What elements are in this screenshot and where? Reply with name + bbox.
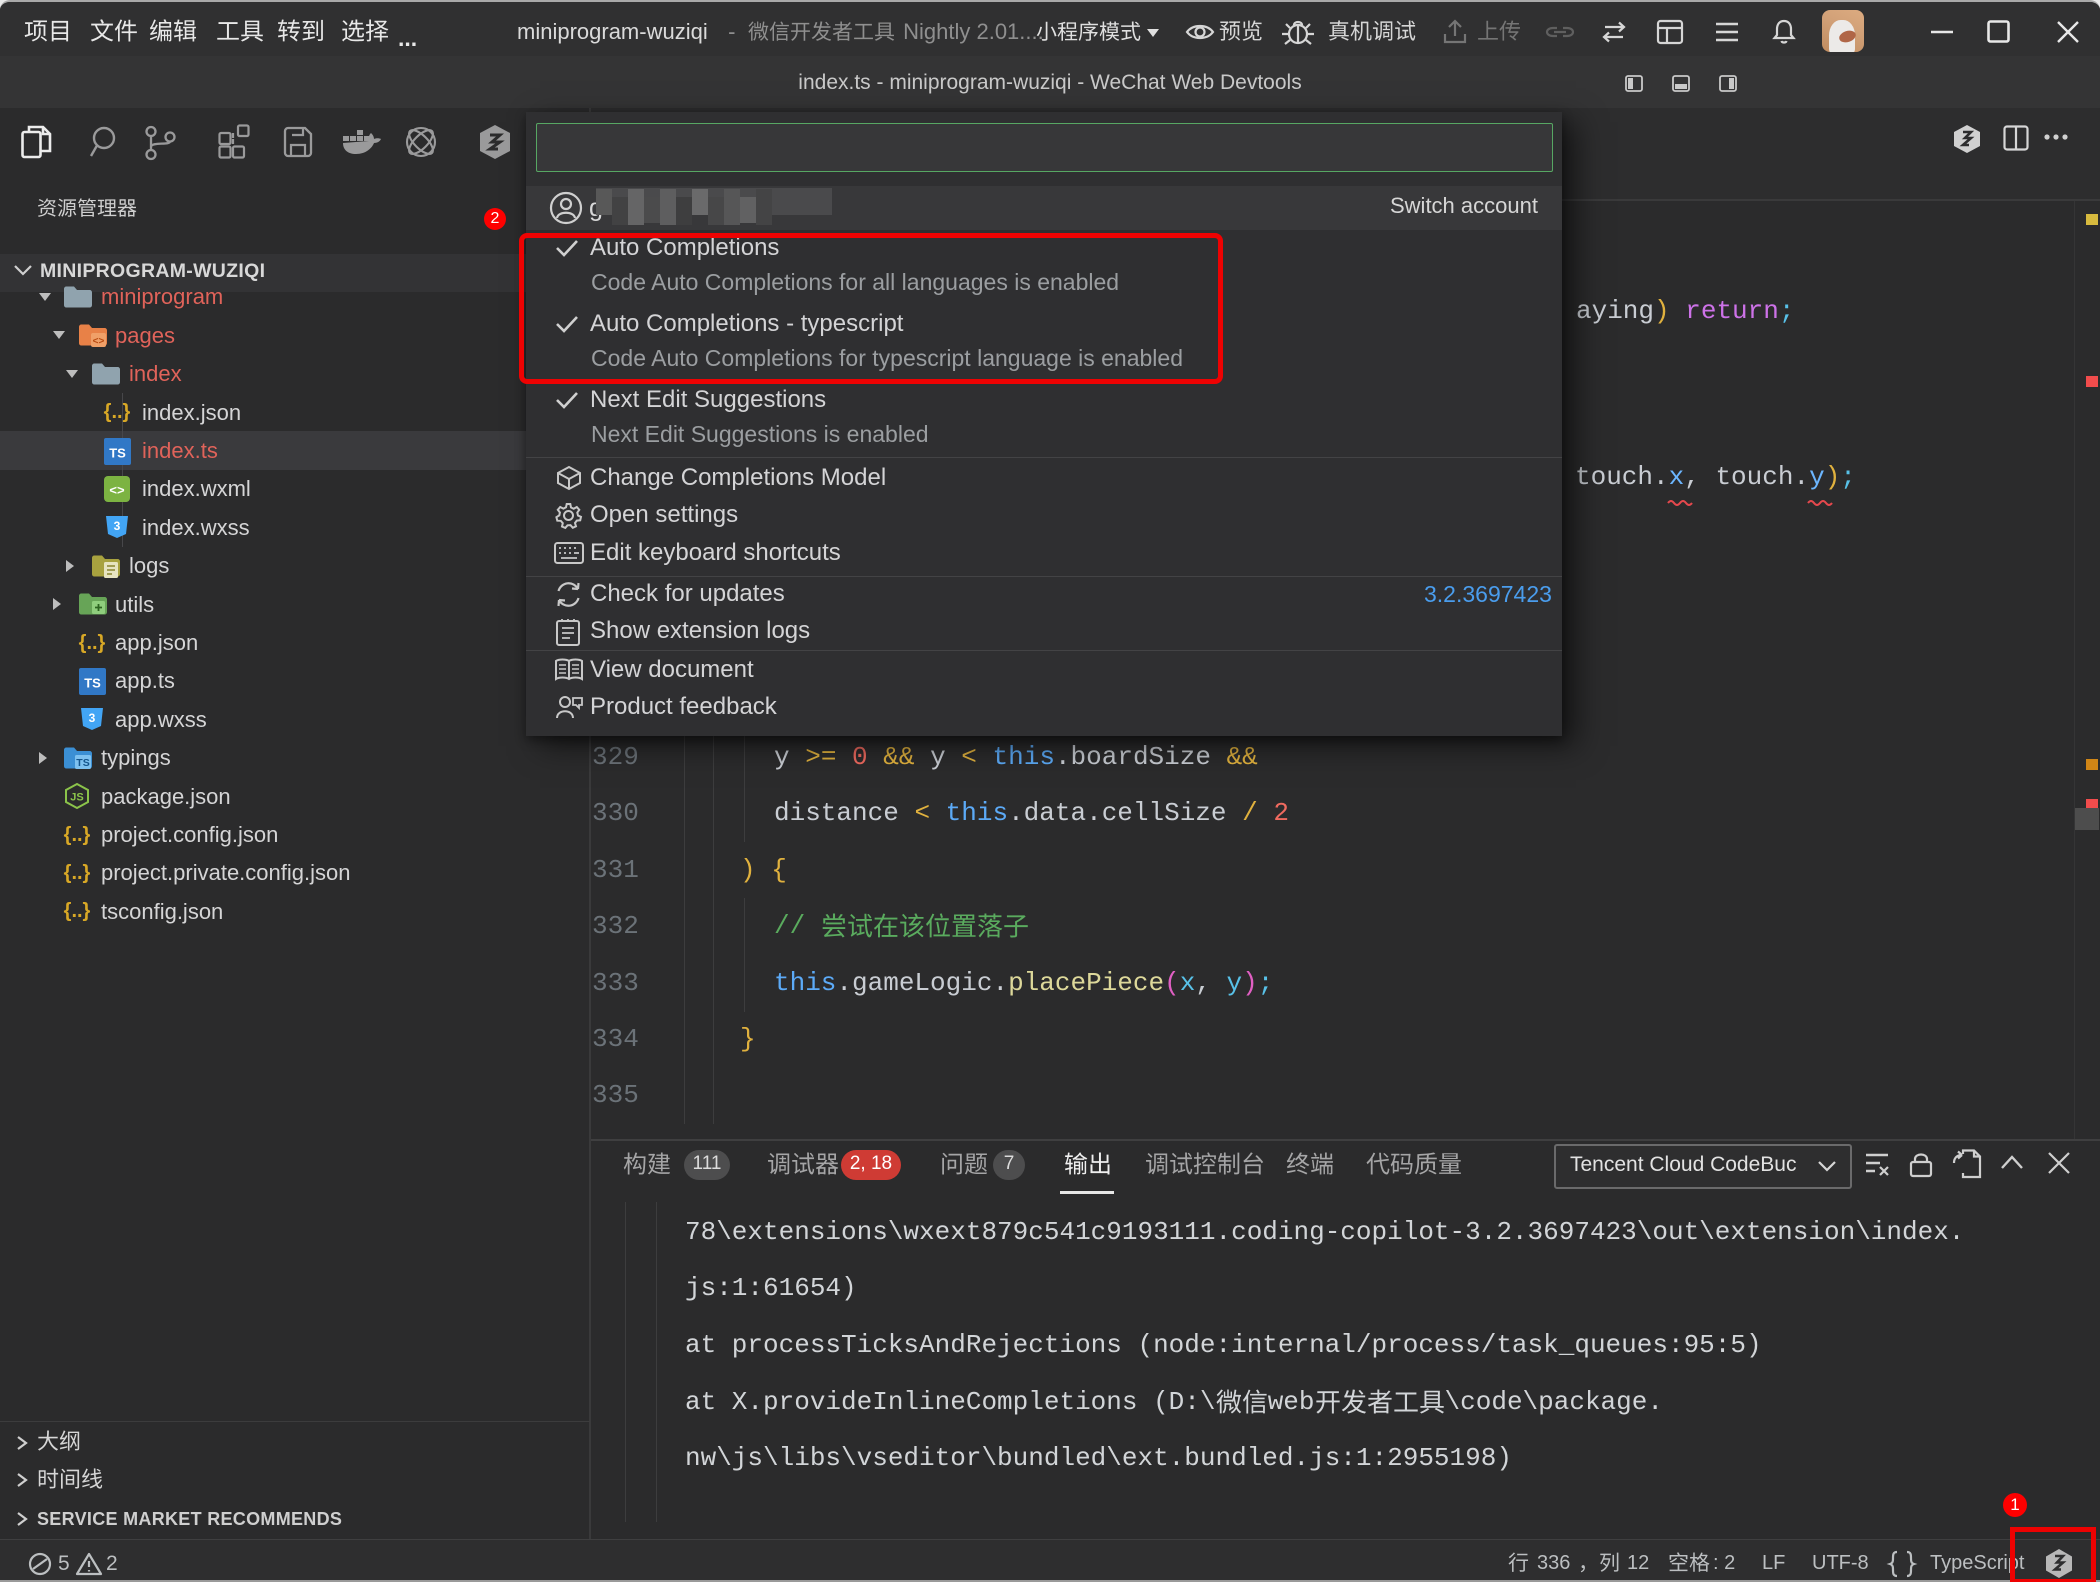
svg-text:{..}: {..} [79,632,106,654]
svg-text:{..}: {..} [64,862,91,884]
svg-text:3: 3 [89,711,96,725]
svg-text:{..}: {..} [64,900,91,922]
svg-text:3: 3 [114,519,121,533]
svg-text:TS: TS [109,445,126,460]
svg-text:TS: TS [84,676,101,691]
svg-text:<>: <> [109,483,125,498]
svg-text:JS: JS [70,792,83,804]
svg-text:<>: <> [93,336,105,347]
svg-text:TS: TS [76,757,89,769]
svg-text:{..}: {..} [104,401,131,423]
svg-text:{..}: {..} [64,824,91,846]
